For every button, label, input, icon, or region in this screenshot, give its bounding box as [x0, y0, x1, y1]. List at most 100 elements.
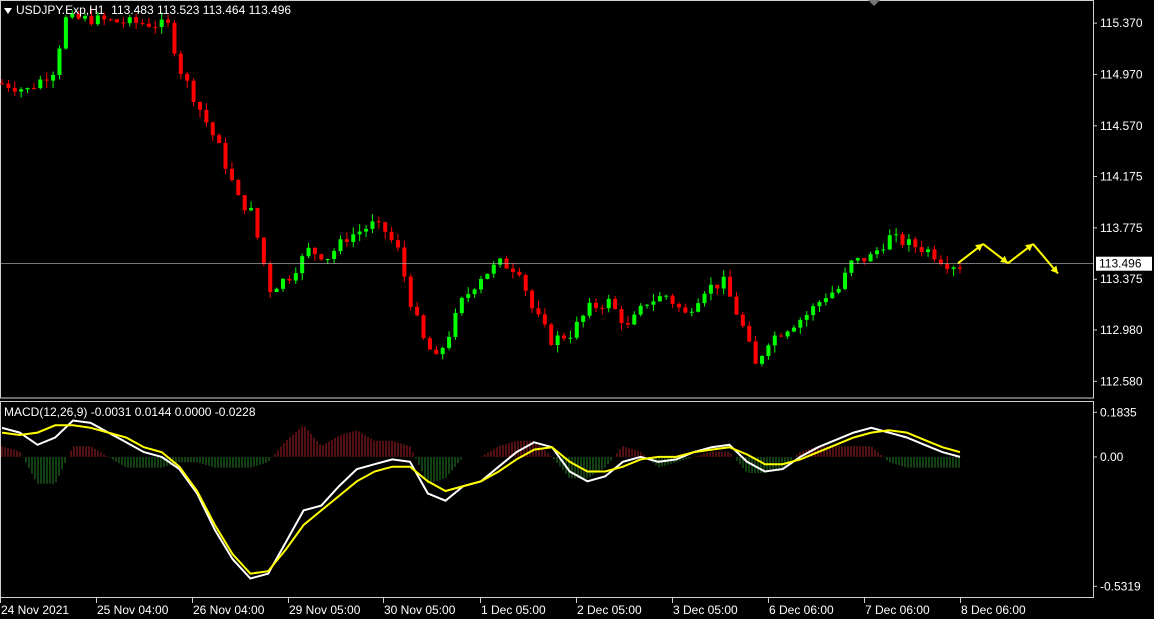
candle-body	[785, 331, 790, 337]
candle-body	[874, 250, 879, 255]
candle-body	[408, 276, 413, 307]
candle-body	[657, 296, 662, 302]
candle-body	[664, 295, 669, 297]
candle-body	[523, 275, 528, 291]
candle-body	[760, 356, 765, 364]
candle-body	[389, 231, 394, 241]
candle-body	[357, 231, 362, 235]
candle-body	[702, 293, 707, 304]
time-tick-label: 30 Nov 05:00	[384, 603, 456, 617]
candle-body	[210, 122, 215, 136]
candle-body	[229, 168, 234, 181]
time-tick-label: 6 Dec 06:00	[769, 603, 834, 617]
candle-body	[587, 302, 592, 316]
forecast-arrows	[957, 243, 1059, 275]
candle-body	[581, 315, 586, 322]
candle-body	[747, 325, 752, 342]
price-tick-label: 112.580	[1100, 374, 1143, 388]
candle-body	[191, 80, 196, 102]
candle-body	[728, 276, 733, 297]
candle-body	[108, 19, 113, 21]
price-tick-label: 115.370	[1100, 16, 1143, 30]
candle-body	[689, 311, 694, 313]
candle-body	[19, 89, 24, 92]
candle-body	[255, 208, 260, 238]
candle-body	[740, 314, 745, 326]
candle-body	[753, 341, 758, 364]
candle-body	[306, 247, 311, 257]
candle-body	[945, 263, 950, 269]
dropdown-triangle-icon[interactable]	[4, 7, 12, 14]
candle-body	[338, 239, 343, 252]
candle-body	[600, 307, 605, 309]
price-tick-label: 114.175	[1100, 170, 1143, 184]
candle-body	[44, 79, 49, 81]
candle-body	[153, 26, 158, 28]
candle-body	[453, 313, 458, 337]
candle-body	[613, 298, 618, 309]
candle-body	[862, 258, 867, 262]
candle-body	[779, 335, 784, 337]
candle-body	[715, 284, 720, 289]
candle-body	[683, 307, 688, 313]
candle-body	[364, 228, 369, 232]
candle-body	[127, 17, 132, 24]
candle-body	[427, 338, 432, 350]
chart-canvas[interactable]: 113.496 115.370 114.970 114.570 114.175 113.7…	[0, 0, 1154, 619]
time-tick-label: 24 Nov 2021	[1, 603, 69, 617]
candle-body	[185, 73, 190, 81]
candle-body	[913, 239, 918, 248]
candle-body	[562, 335, 567, 339]
price-tick-label: 113.775	[1100, 221, 1143, 235]
candle-body	[351, 234, 356, 242]
candle-body	[632, 314, 637, 325]
candle-body	[242, 195, 247, 211]
candle-body	[906, 239, 911, 245]
candle-body	[25, 88, 30, 90]
candle-body	[281, 278, 286, 289]
candle-body	[696, 303, 701, 312]
candle-body	[51, 74, 56, 81]
candle-body	[670, 295, 675, 304]
time-tick-label: 25 Nov 04:00	[97, 603, 169, 617]
candle-body	[791, 327, 796, 332]
candle-body	[319, 254, 324, 260]
candle-body	[261, 237, 266, 264]
candle-body	[332, 251, 337, 260]
candle-body	[817, 302, 822, 307]
candle-body	[625, 322, 630, 325]
candle-body	[274, 288, 279, 292]
macd-tick-label: -0.5319	[1100, 579, 1141, 593]
candle-body	[830, 292, 835, 299]
candle-body	[555, 335, 560, 346]
candle-body	[178, 53, 183, 74]
time-tick-label: 3 Dec 05:00	[673, 603, 738, 617]
candle-body	[6, 83, 11, 89]
candle-body	[344, 239, 349, 242]
candle-body	[204, 109, 209, 123]
candle-body	[549, 324, 554, 346]
price-tick-label: 112.980	[1100, 323, 1143, 337]
candle-body	[619, 308, 624, 323]
candle-body	[836, 288, 841, 293]
candle-body	[63, 17, 68, 49]
candle-body	[134, 17, 139, 23]
candle-body	[855, 258, 860, 261]
time-tick-label: 29 Nov 05:00	[289, 603, 361, 617]
candle-body	[593, 302, 598, 308]
candle-body	[926, 249, 931, 253]
candle-body	[894, 234, 899, 236]
candle-body	[606, 298, 611, 309]
macd-tick-label: 0.1835	[1100, 405, 1137, 419]
candle-body	[881, 249, 886, 251]
time-tick-label: 7 Dec 06:00	[865, 603, 930, 617]
candle-body	[772, 335, 777, 346]
candle-body	[31, 88, 36, 90]
candle-body	[293, 273, 298, 281]
candle-body	[172, 22, 177, 54]
candle-body	[287, 278, 292, 281]
candle-body	[938, 259, 943, 264]
candle-body	[766, 345, 771, 357]
candle-body	[370, 221, 375, 229]
candle-body	[383, 222, 388, 232]
